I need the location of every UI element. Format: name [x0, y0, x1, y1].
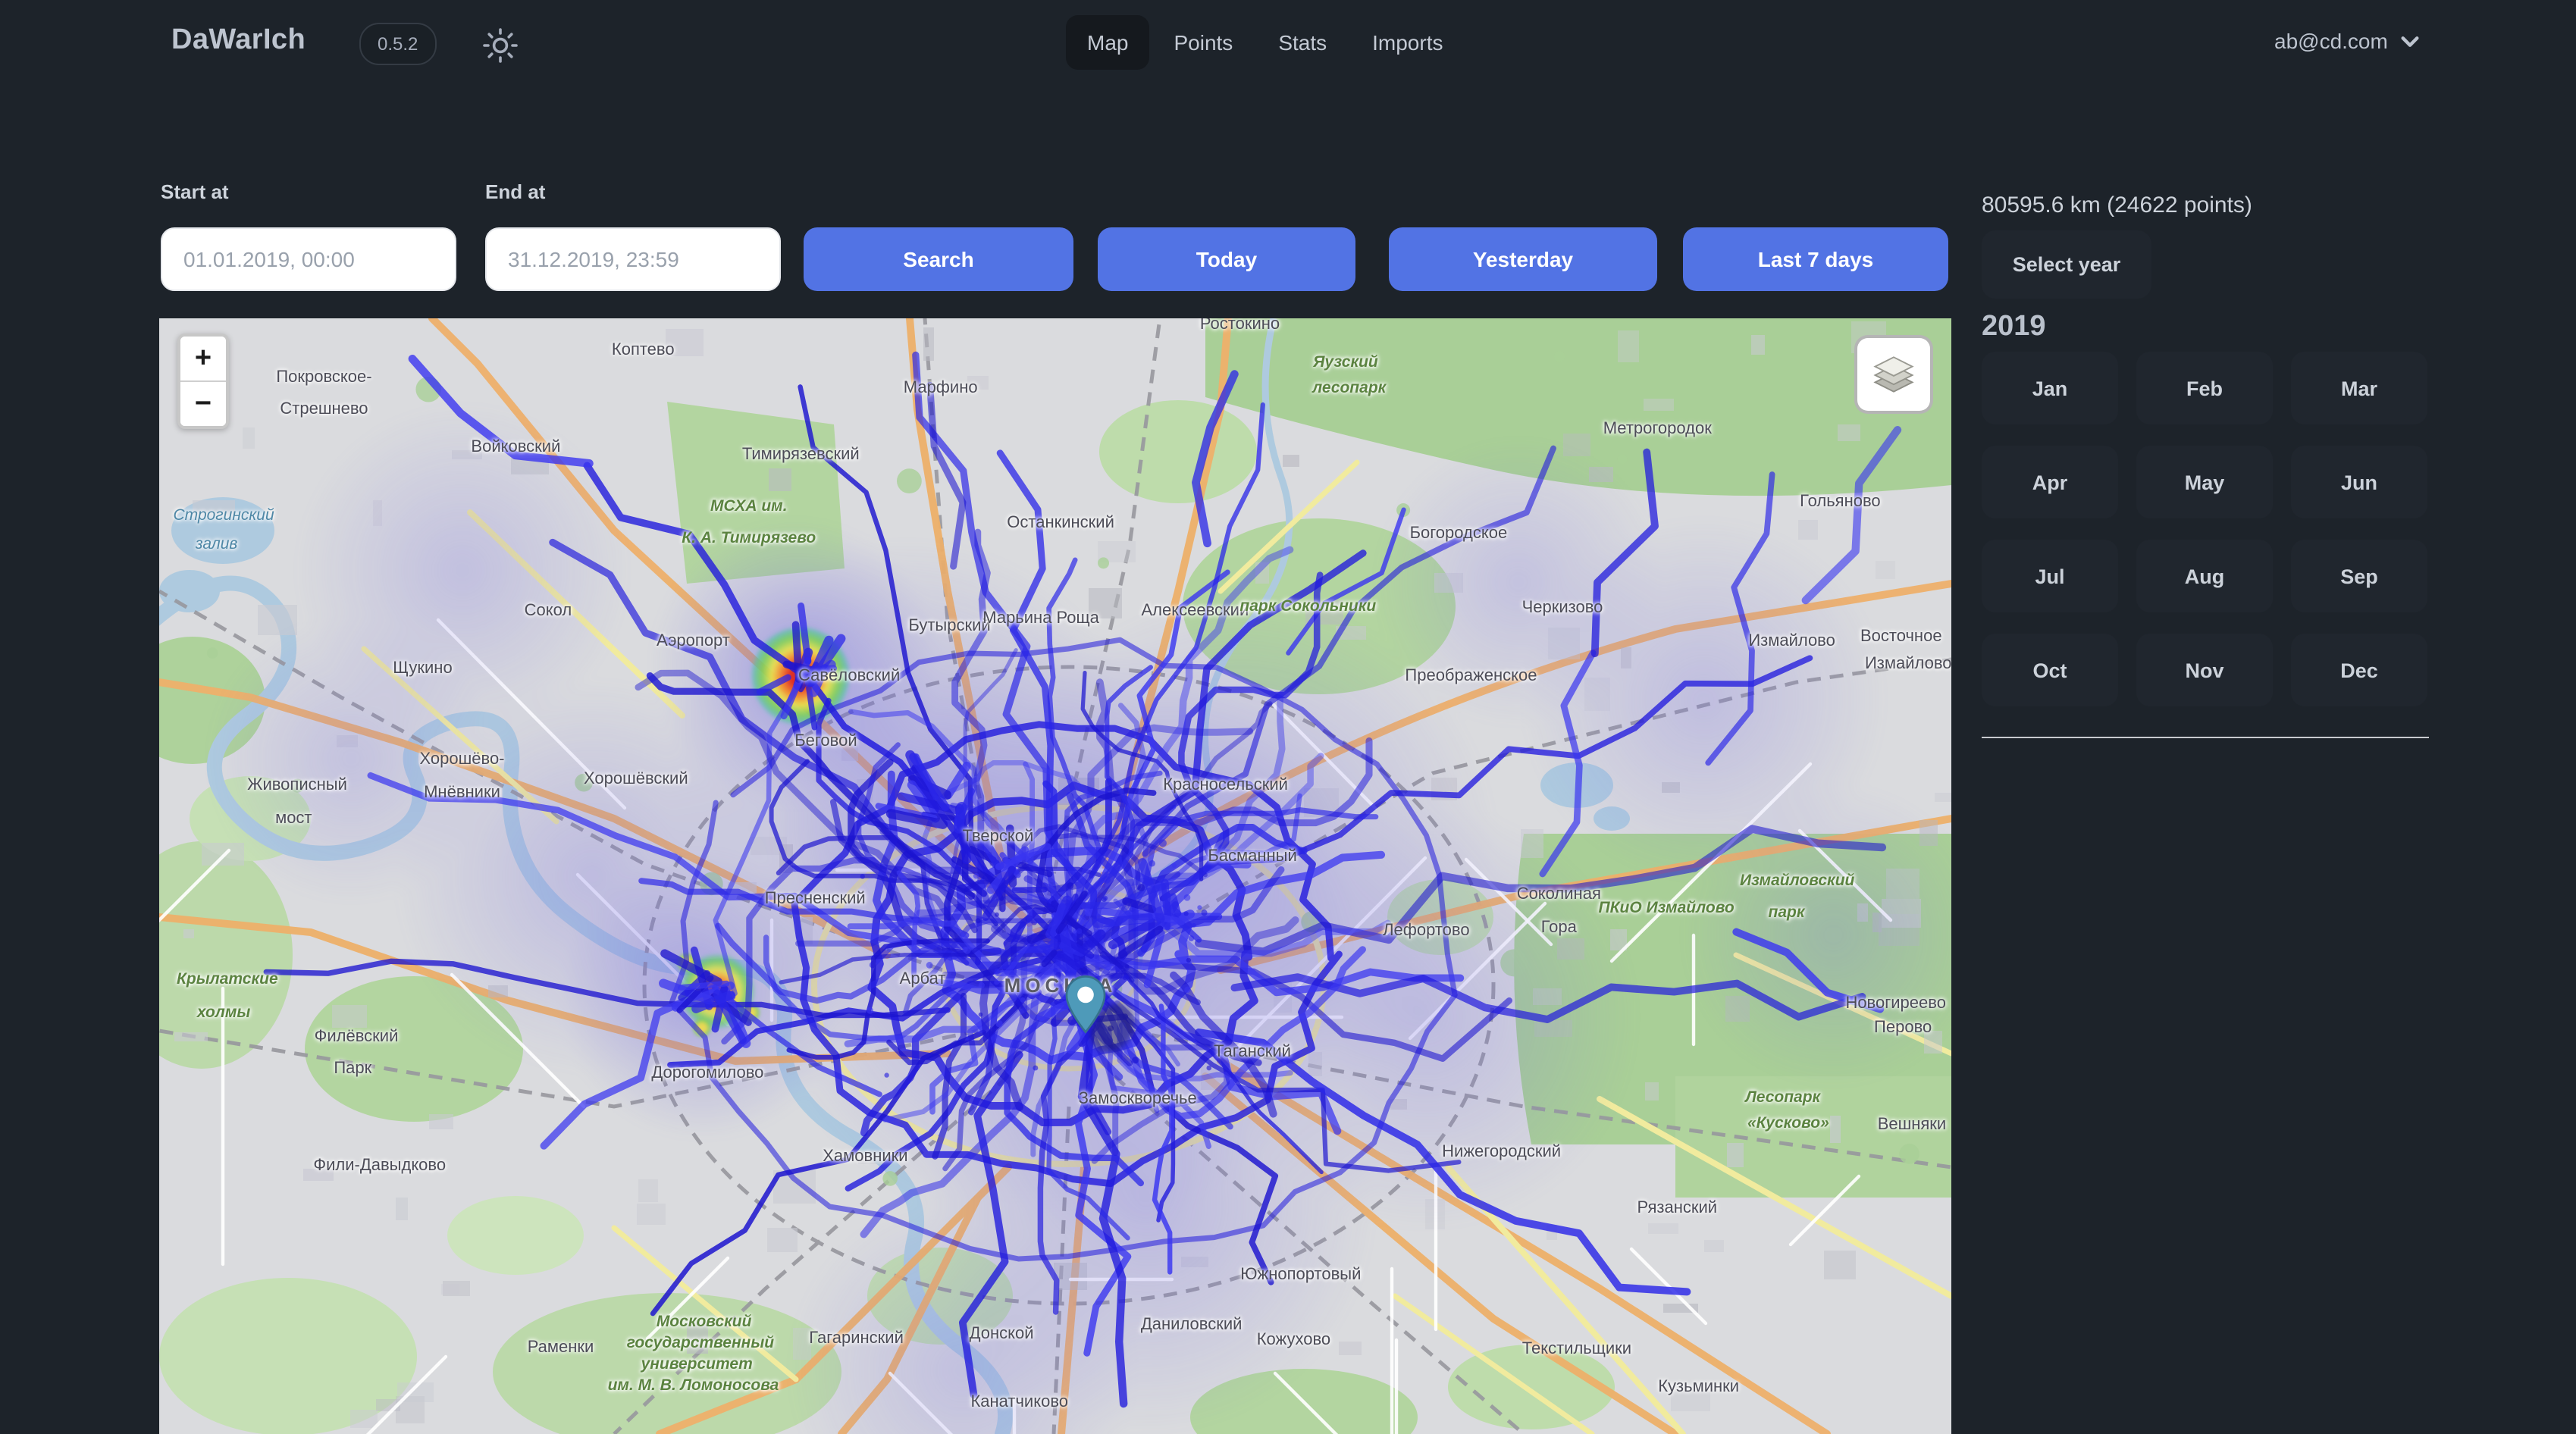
start-date-input[interactable]	[161, 227, 456, 291]
month-label: Oct	[2032, 659, 2067, 681]
month-label: Sep	[2340, 565, 2378, 587]
month-button-jan[interactable]: Jan	[1982, 352, 2118, 424]
distance-stats: 80595.6 km (24622 points)	[1982, 193, 2252, 218]
nav-tab-points[interactable]: Points	[1152, 15, 1254, 70]
month-label: Apr	[2032, 471, 2068, 493]
month-button-aug[interactable]: Aug	[2136, 540, 2273, 612]
theme-toggle-sun-icon[interactable]	[482, 27, 519, 64]
month-label: Nov	[2185, 659, 2223, 681]
month-label: Dec	[2340, 659, 2378, 681]
sidebar-divider	[1982, 737, 2429, 738]
map[interactable]: Коптево Покровское- Стрешнево Войковский…	[159, 318, 1951, 1434]
last-7-days-button[interactable]: Last 7 days	[1683, 227, 1948, 291]
end-date-input[interactable]	[485, 227, 781, 291]
nav-tab-label: Stats	[1278, 30, 1327, 55]
month-label: Feb	[2186, 377, 2223, 399]
zoom-control: + −	[177, 333, 229, 429]
nav-tab-map[interactable]: Map	[1066, 15, 1149, 70]
start-at-label: Start at	[161, 180, 229, 203]
month-label: Mar	[2341, 377, 2377, 399]
user-email: ab@cd.com	[2274, 29, 2388, 53]
nav-tab-label: Points	[1174, 30, 1233, 55]
map-base-tiles	[159, 318, 1951, 1434]
app-root: DaWarIch 0.5.2 Map Points Stats Imports	[0, 0, 2576, 1434]
month-button-nov[interactable]: Nov	[2136, 634, 2273, 706]
today-button[interactable]: Today	[1098, 227, 1355, 291]
nav-tab-label: Map	[1087, 30, 1128, 55]
yesterday-button[interactable]: Yesterday	[1389, 227, 1657, 291]
month-button-dec[interactable]: Dec	[2291, 634, 2427, 706]
month-button-may[interactable]: May	[2136, 446, 2273, 518]
version-badge: 0.5.2	[359, 23, 436, 65]
zoom-out-button[interactable]: −	[180, 380, 226, 426]
month-label: May	[2185, 471, 2225, 493]
month-label: Jul	[2035, 565, 2064, 587]
user-menu[interactable]: ab@cd.com	[2274, 29, 2420, 53]
search-button[interactable]: Search	[804, 227, 1073, 291]
month-button-apr[interactable]: Apr	[1982, 446, 2118, 518]
month-button-sep[interactable]: Sep	[2291, 540, 2427, 612]
layers-icon	[1868, 349, 1919, 400]
year-heading: 2019	[1982, 311, 2046, 344]
month-label: Jan	[2032, 377, 2068, 399]
chevron-down-icon	[2400, 31, 2420, 51]
month-button-oct[interactable]: Oct	[1982, 634, 2118, 706]
app-logo[interactable]: DaWarIch	[171, 24, 306, 58]
nav-tab-label: Imports	[1372, 30, 1443, 55]
nav-tab-imports[interactable]: Imports	[1351, 15, 1464, 70]
main-nav: Map Points Stats Imports	[1066, 15, 1465, 70]
month-button-feb[interactable]: Feb	[2136, 352, 2273, 424]
month-label: Jun	[2341, 471, 2377, 493]
month-button-mar[interactable]: Mar	[2291, 352, 2427, 424]
month-label: Aug	[2185, 565, 2225, 587]
select-year-button[interactable]: Select year	[1982, 230, 2151, 299]
month-grid: Jan Feb Mar Apr May Jun Jul	[1982, 352, 2427, 706]
nav-tab-stats[interactable]: Stats	[1257, 15, 1348, 70]
month-button-jul[interactable]: Jul	[1982, 540, 2118, 612]
layers-control[interactable]	[1854, 335, 1933, 414]
zoom-in-button[interactable]: +	[180, 337, 226, 380]
month-button-jun[interactable]: Jun	[2291, 446, 2427, 518]
end-at-label: End at	[485, 180, 545, 203]
location-marker[interactable]	[1065, 975, 1106, 1041]
